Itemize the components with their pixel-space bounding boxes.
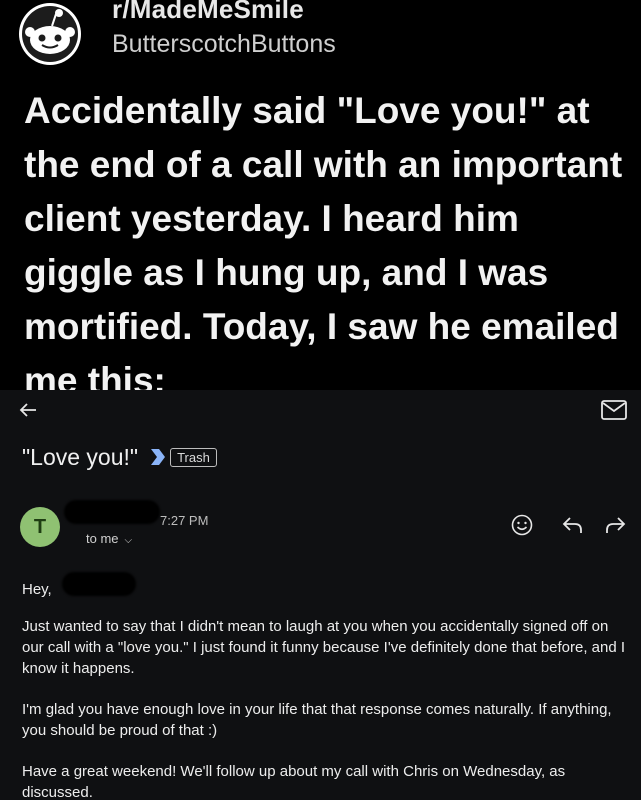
back-arrow-icon[interactable] [16,398,40,422]
post-author[interactable]: ButterscotchButtons [112,30,336,59]
trash-label-chip[interactable]: Trash [170,447,217,467]
subreddit-name[interactable]: r/MadeMeSmile [112,0,304,25]
redacted-sender-name [64,500,160,524]
email-subject-row: "Love you!" Trash [22,442,217,472]
reply-icon[interactable] [561,513,585,537]
post-title: Accidentally said "Love you!" at the end… [24,90,623,401]
email-paragraph: Just wanted to say that I didn't mean to… [22,618,626,677]
mail-icon[interactable] [601,400,627,420]
snoo-avatar-icon[interactable] [18,2,82,66]
email-paragraph: I'm glad you have enough love in your li… [22,701,612,739]
email-time: 7:27 PM [160,513,209,528]
emoji-reaction-icon[interactable] [510,513,534,537]
recipient-label: to me [86,531,119,546]
forward-icon[interactable] [603,513,627,537]
email-subject: "Love you!" [22,443,139,470]
label-arrow-icon [151,449,166,465]
sender-avatar[interactable]: T [20,507,60,547]
redacted-recipient-name [62,572,136,596]
email-greeting: Hey, [22,581,52,598]
email-paragraph: Have a great weekend! We'll follow up ab… [22,763,566,800]
recipient-toggle[interactable]: to me ⌵ [86,531,132,546]
chevron-down-icon: ⌵ [124,535,133,546]
email-screenshot: "Love you!" Trash T 7:27 PM to me ⌵ Hey, … [0,390,641,800]
post-header: r/MadeMeSmile ButterscotchButtons [0,0,641,80]
